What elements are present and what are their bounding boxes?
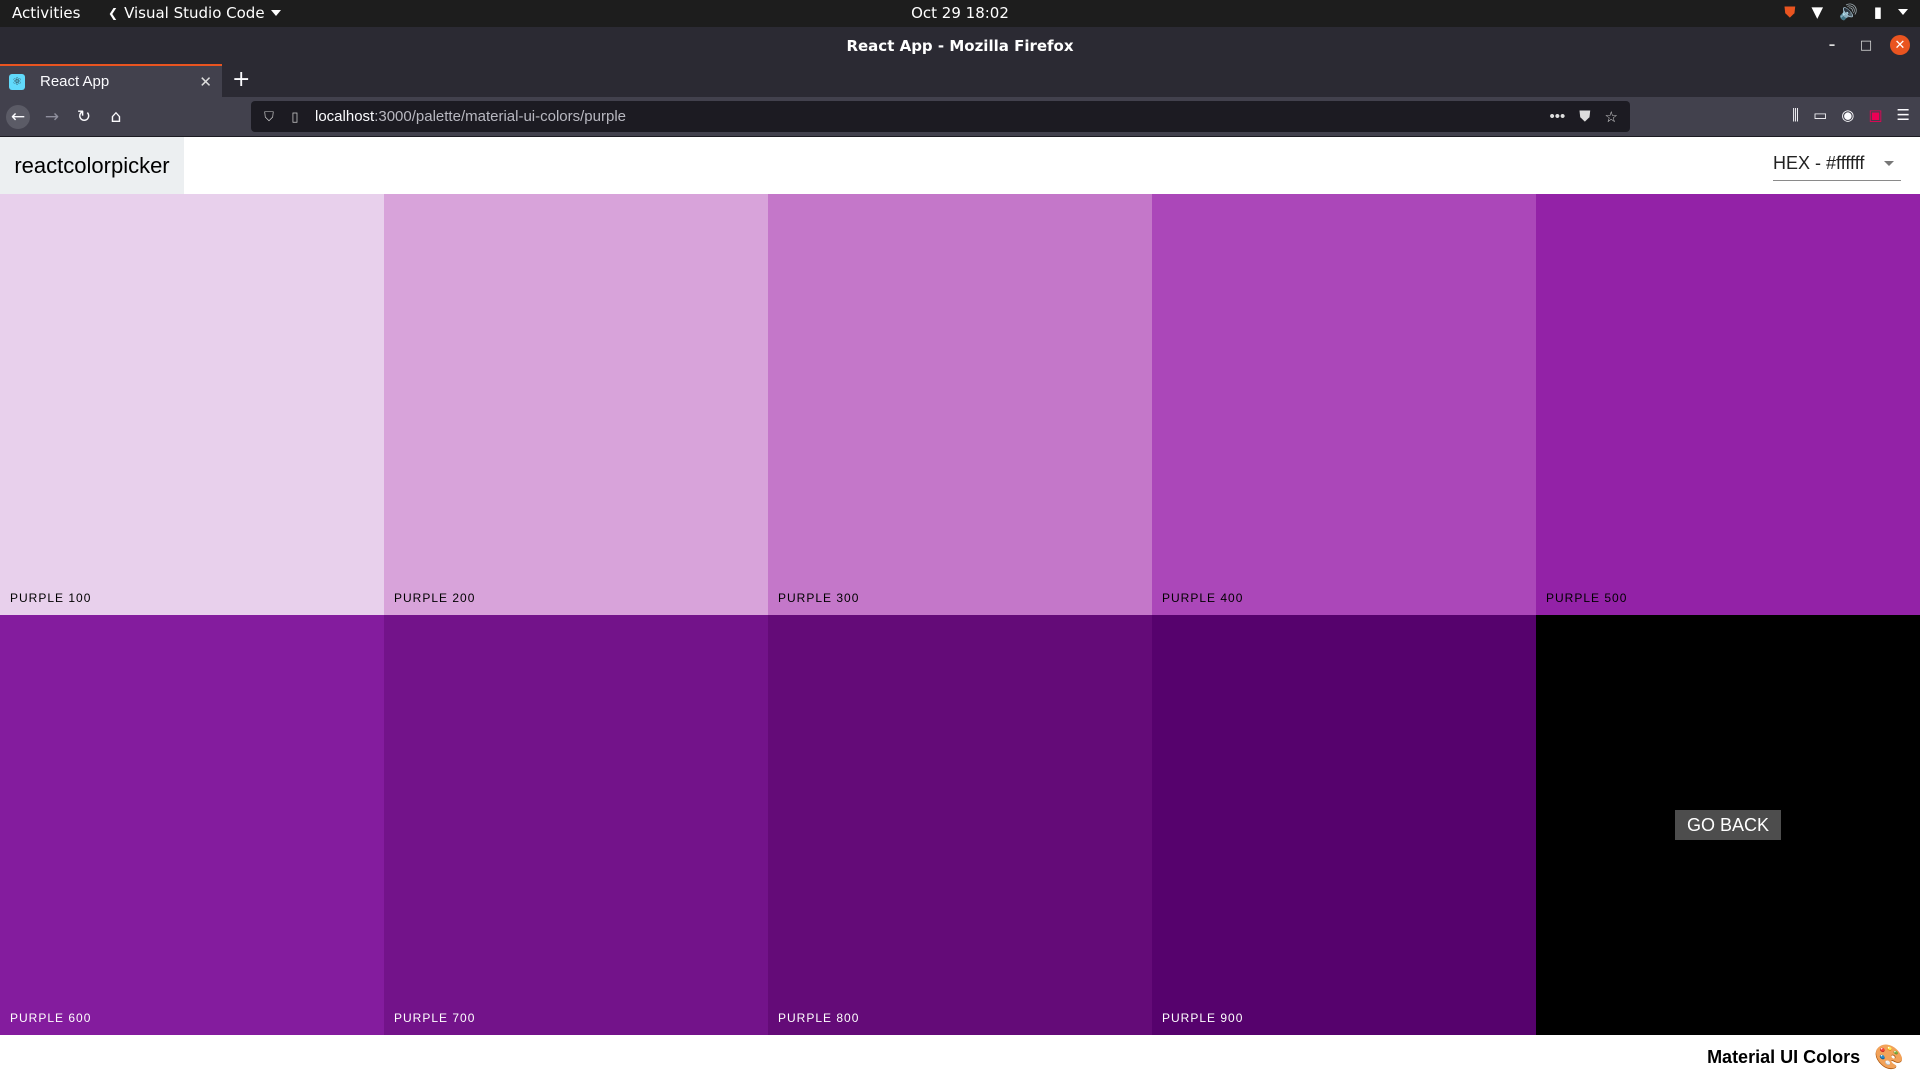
color-swatch[interactable]: PURPLE 700 (384, 615, 768, 1035)
page-info-icon[interactable]: ▯ (287, 109, 303, 125)
color-swatch[interactable]: PURPLE 600 (0, 615, 384, 1035)
app-logo[interactable]: reactcolorpicker (0, 137, 184, 194)
sidebar-icon[interactable]: ▭ (1813, 106, 1827, 124)
chevron-down-icon (1898, 9, 1908, 15)
tab-react-app[interactable]: ⚛ React App ✕ (0, 64, 222, 97)
app-menu[interactable]: ❮ Visual Studio Code (108, 4, 281, 22)
menu-icon[interactable]: ☰ (1897, 106, 1910, 124)
color-swatch[interactable]: PURPLE 800 (768, 615, 1152, 1035)
swatch-name: PURPLE 800 (778, 1011, 860, 1025)
window-title: React App - Mozilla Firefox (846, 37, 1074, 55)
clock-container: Oct 29 18:02 (0, 4, 1920, 22)
library-icon[interactable]: ⫼ (1792, 106, 1799, 124)
go-back-box: GO BACK (1536, 615, 1920, 1035)
minimize-button[interactable]: – (1822, 35, 1842, 55)
security-icon[interactable]: ⛊ (1784, 3, 1795, 21)
clock[interactable]: Oct 29 18:02 (911, 4, 1009, 22)
format-select[interactable]: HEX - #ffffff (1773, 147, 1901, 181)
color-swatch[interactable]: PURPLE 200 (384, 194, 768, 615)
system-top-bar: Activities ❮ Visual Studio Code Oct 29 1… (0, 0, 1920, 27)
page-actions-icon[interactable]: ••• (1550, 108, 1566, 126)
system-tray[interactable]: ⛊ ▼ 🔊 ▮ (1784, 3, 1908, 21)
close-button[interactable]: ✕ (1890, 35, 1910, 55)
color-swatch[interactable]: PURPLE 500 (1536, 194, 1920, 615)
swatch-name: PURPLE 900 (1162, 1011, 1244, 1025)
color-swatch[interactable]: PURPLE 300 (768, 194, 1152, 615)
palette-name: Material UI Colors (1707, 1047, 1861, 1067)
url-host: localhost (315, 108, 375, 125)
swatch-name: PURPLE 700 (394, 1011, 476, 1025)
tab-label: React App (40, 73, 110, 90)
new-tab-button[interactable]: + (232, 67, 250, 92)
color-swatch[interactable]: PURPLE 900 (1152, 615, 1536, 1035)
swatch-name: PURPLE 300 (778, 591, 860, 605)
swatch-name: PURPLE 100 (10, 591, 92, 605)
window-titlebar: React App - Mozilla Firefox – □ ✕ (0, 27, 1920, 64)
tab-strip: ⚛ React App ✕ + (0, 64, 1920, 97)
close-tab-icon[interactable]: ✕ (199, 73, 212, 91)
extension-icon[interactable]: ▣ (1868, 106, 1882, 124)
palette-footer: Material UI Colors 🎨 (0, 1035, 1920, 1080)
swatch-name: PURPLE 600 (10, 1011, 92, 1025)
toolbar-icons: ⫼ ▭ ◉ ▣ ☰ (1792, 106, 1910, 124)
reload-button[interactable]: ↻ (72, 105, 96, 129)
navigation-toolbar: ← → ↻ ⌂ ⛉ ▯ localhost:3000/palette/mater… (0, 97, 1920, 137)
color-swatch-grid: PURPLE 100 PURPLE 200 PURPLE 300 PURPLE 400… (0, 194, 1920, 1035)
url-actions: ••• ⛊ ☆ (1550, 108, 1618, 126)
react-favicon-icon: ⚛ (9, 73, 25, 90)
url-text[interactable]: localhost:3000/palette/material-ui-color… (315, 108, 1550, 125)
window-controls: – □ ✕ (1822, 35, 1910, 55)
color-swatch[interactable]: PURPLE 100 (0, 194, 384, 615)
url-path: :3000/palette/material-ui-colors/purple (374, 108, 627, 125)
volume-icon: 🔊 (1839, 3, 1858, 21)
chevron-down-icon (270, 10, 281, 16)
url-bar[interactable]: ⛉ ▯ localhost:3000/palette/material-ui-c… (251, 101, 1630, 132)
app-menu-label: Visual Studio Code (124, 4, 265, 22)
swatch-name: PURPLE 500 (1546, 591, 1628, 605)
format-select-value: HEX - #ffffff (1773, 153, 1865, 173)
color-swatch[interactable]: PURPLE 400 (1152, 194, 1536, 615)
home-button[interactable]: ⌂ (104, 105, 128, 129)
chevron-down-icon (1884, 161, 1894, 166)
bookmark-star-icon[interactable]: ☆ (1605, 108, 1618, 126)
battery-icon: ▮ (1873, 3, 1882, 21)
go-back-button[interactable]: GO BACK (1674, 810, 1782, 840)
swatch-name: PURPLE 400 (1162, 591, 1244, 605)
pocket-icon[interactable]: ⛊ (1579, 108, 1590, 126)
activities-button[interactable]: Activities (12, 4, 80, 22)
vscode-icon: ❮ (108, 6, 119, 20)
account-icon[interactable]: ◉ (1841, 106, 1854, 124)
wifi-icon: ▼ (1811, 3, 1824, 21)
app-navbar: reactcolorpicker HEX - #ffffff (0, 137, 1920, 194)
maximize-button[interactable]: □ (1856, 35, 1876, 55)
tracking-protection-icon[interactable]: ⛉ (261, 109, 277, 125)
swatch-name: PURPLE 200 (394, 591, 476, 605)
back-button[interactable]: ← (6, 105, 30, 129)
forward-button[interactable]: → (40, 105, 64, 129)
palette-emoji-icon: 🎨 (1874, 1044, 1904, 1071)
